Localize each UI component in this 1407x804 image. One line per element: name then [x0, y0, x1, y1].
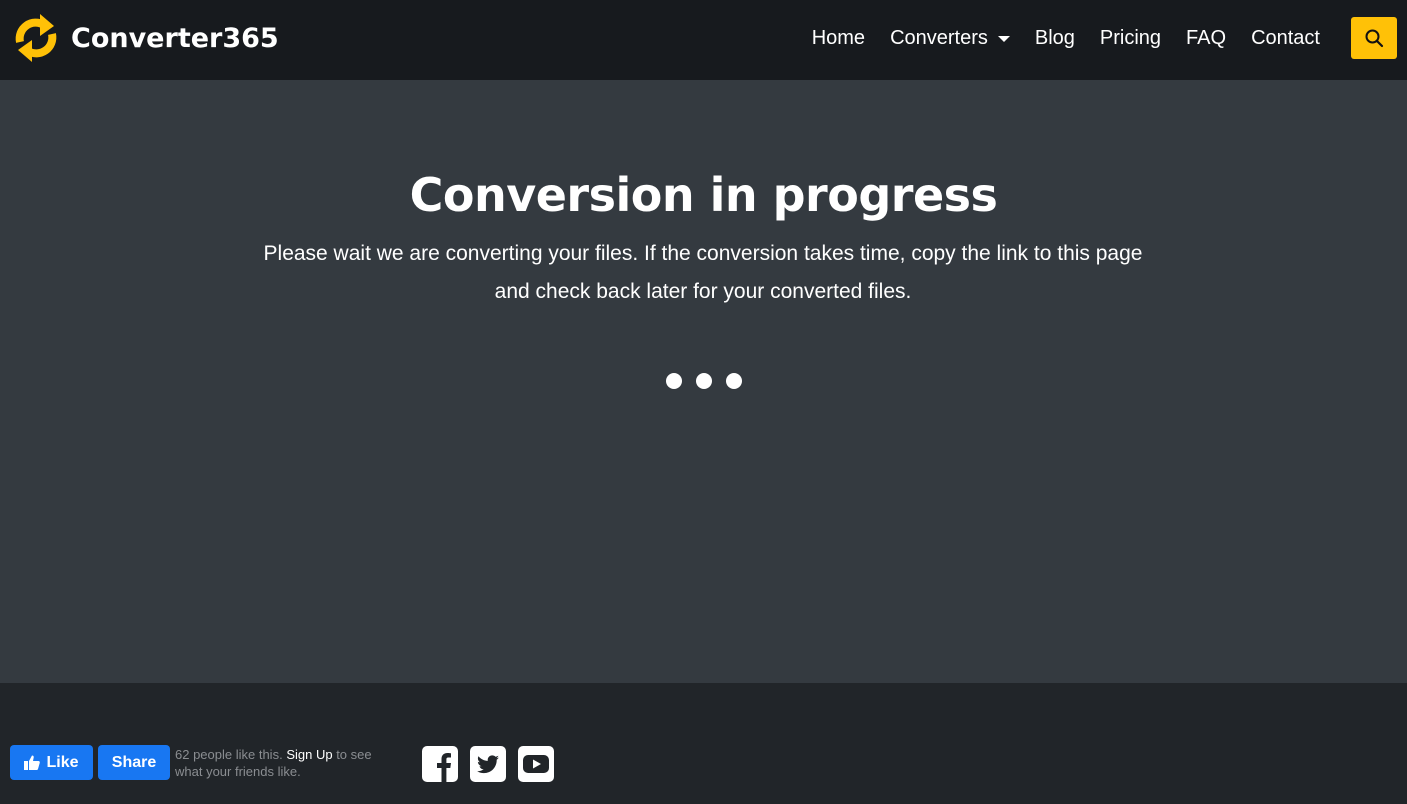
page-subtitle: Please wait we are converting your files… — [263, 242, 1143, 303]
footer: Like Share 62 people like this. Sign Up … — [0, 683, 1407, 804]
nav-contact[interactable]: Contact — [1251, 27, 1320, 50]
refresh-arrows-icon — [15, 14, 57, 62]
loading-indicator — [0, 373, 1407, 389]
facebook-icon — [437, 753, 451, 782]
youtube-link[interactable] — [518, 746, 554, 782]
nav-converters-label: Converters — [890, 26, 988, 49]
loading-dot — [725, 373, 742, 389]
conversion-section: Conversion in progress Please wait we ar… — [0, 80, 1407, 683]
facebook-like-label: Like — [46, 753, 79, 771]
nav-home[interactable]: Home — [812, 27, 865, 50]
facebook-like-count: 62 people like this. Sign Up to see what… — [175, 746, 395, 780]
chevron-down-icon — [997, 36, 1010, 42]
nav-blog[interactable]: Blog — [1035, 27, 1075, 50]
facebook-like-button[interactable]: Like — [10, 745, 93, 780]
search-icon — [1365, 29, 1384, 48]
thumbs-up-icon — [24, 755, 41, 770]
social-links — [422, 746, 566, 782]
youtube-icon — [523, 755, 549, 773]
nav-pricing[interactable]: Pricing — [1100, 27, 1161, 50]
main-nav: Home Converters Blog Pricing FAQ Contact — [812, 17, 1397, 59]
loading-dot — [695, 373, 712, 389]
facebook-share-label: Share — [111, 753, 157, 771]
facebook-link[interactable] — [422, 746, 458, 782]
nav-converters-dropdown[interactable]: Converters — [890, 27, 1010, 50]
navbar: Converter365 Home Converters Blog Pricin… — [0, 0, 1407, 80]
twitter-link[interactable] — [470, 746, 506, 782]
facebook-share-button[interactable]: Share — [98, 745, 170, 780]
nav-faq[interactable]: FAQ — [1186, 27, 1226, 50]
search-button[interactable] — [1351, 17, 1397, 59]
twitter-icon — [477, 755, 499, 774]
brand-name: Converter365 — [71, 22, 279, 54]
facebook-signup-link[interactable]: Sign Up — [286, 747, 332, 762]
brand-logo-link[interactable]: Converter365 — [10, 12, 279, 64]
page-title: Conversion in progress — [409, 168, 998, 222]
loading-dot — [665, 373, 682, 389]
like-count-text: 62 people like this. — [175, 747, 283, 762]
